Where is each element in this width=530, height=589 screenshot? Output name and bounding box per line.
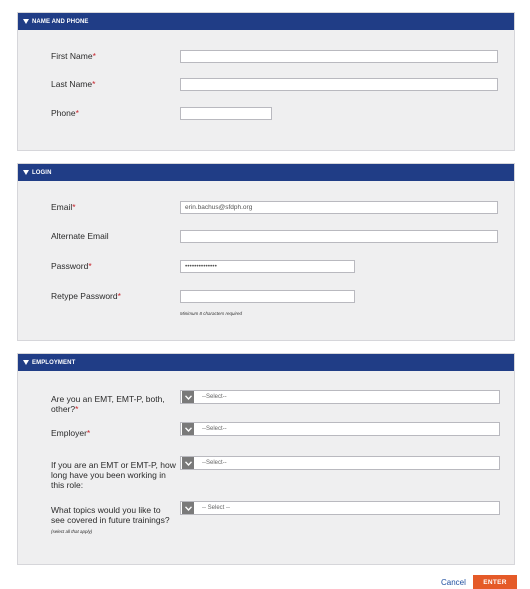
alt-email-label: Alternate Email	[51, 231, 109, 241]
name-phone-header[interactable]: NAME AND PHONE	[18, 13, 514, 30]
topics-select[interactable]: -- Select --	[180, 501, 500, 515]
employer-select[interactable]: --Select--	[180, 422, 500, 436]
chevron-down-icon	[182, 502, 194, 514]
email-input[interactable]	[180, 201, 498, 214]
password-label: Password*	[51, 261, 92, 271]
enter-button[interactable]: ENTER	[473, 575, 517, 589]
experience-label: If you are an EMT or EMT-P, how long hav…	[51, 460, 176, 490]
login-title: LOGIN	[32, 169, 52, 176]
last-name-label: Last Name*	[51, 79, 96, 89]
name-phone-section: NAME AND PHONE First Name* Last Name* Ph…	[17, 12, 515, 151]
emt-type-select[interactable]: --Select--	[180, 390, 500, 404]
experience-select[interactable]: --Select--	[180, 456, 500, 470]
alt-email-input[interactable]	[180, 230, 498, 243]
chevron-down-icon	[182, 391, 194, 403]
emt-type-value: --Select--	[202, 394, 227, 400]
emt-type-label: Are you an EMT, EMT-P, both, other?*	[51, 394, 165, 414]
collapse-triangle-icon	[23, 19, 29, 24]
employer-value: --Select--	[202, 426, 227, 432]
topics-note: (select all that apply)	[51, 529, 93, 534]
collapse-triangle-icon	[23, 360, 29, 365]
retype-password-label: Retype Password*	[51, 291, 121, 301]
experience-value: --Select--	[202, 460, 227, 466]
collapse-triangle-icon	[23, 170, 29, 175]
employment-section: EMPLOYMENT Are you an EMT, EMT-P, both, …	[17, 353, 515, 565]
phone-label: Phone*	[51, 108, 79, 118]
chevron-down-icon	[182, 423, 194, 435]
employment-title: EMPLOYMENT	[32, 359, 76, 366]
login-section: LOGIN Email* Alternate Email Password* R…	[17, 163, 515, 341]
topics-value: -- Select --	[202, 505, 231, 511]
password-hint: Minimum 8 characters required	[180, 311, 243, 316]
employment-header[interactable]: EMPLOYMENT	[18, 354, 514, 371]
employer-label: Employer*	[51, 428, 91, 438]
last-name-input[interactable]	[180, 78, 498, 91]
topics-label: What topics would you like to see covere…	[51, 505, 170, 534]
password-input[interactable]	[180, 260, 355, 273]
retype-password-input[interactable]	[180, 290, 355, 303]
login-header[interactable]: LOGIN	[18, 164, 514, 181]
first-name-input[interactable]	[180, 50, 498, 63]
phone-input[interactable]	[180, 107, 272, 120]
chevron-down-icon	[182, 457, 194, 469]
name-phone-title: NAME AND PHONE	[32, 18, 89, 25]
first-name-label: First Name*	[51, 51, 96, 61]
email-label: Email*	[51, 202, 76, 212]
